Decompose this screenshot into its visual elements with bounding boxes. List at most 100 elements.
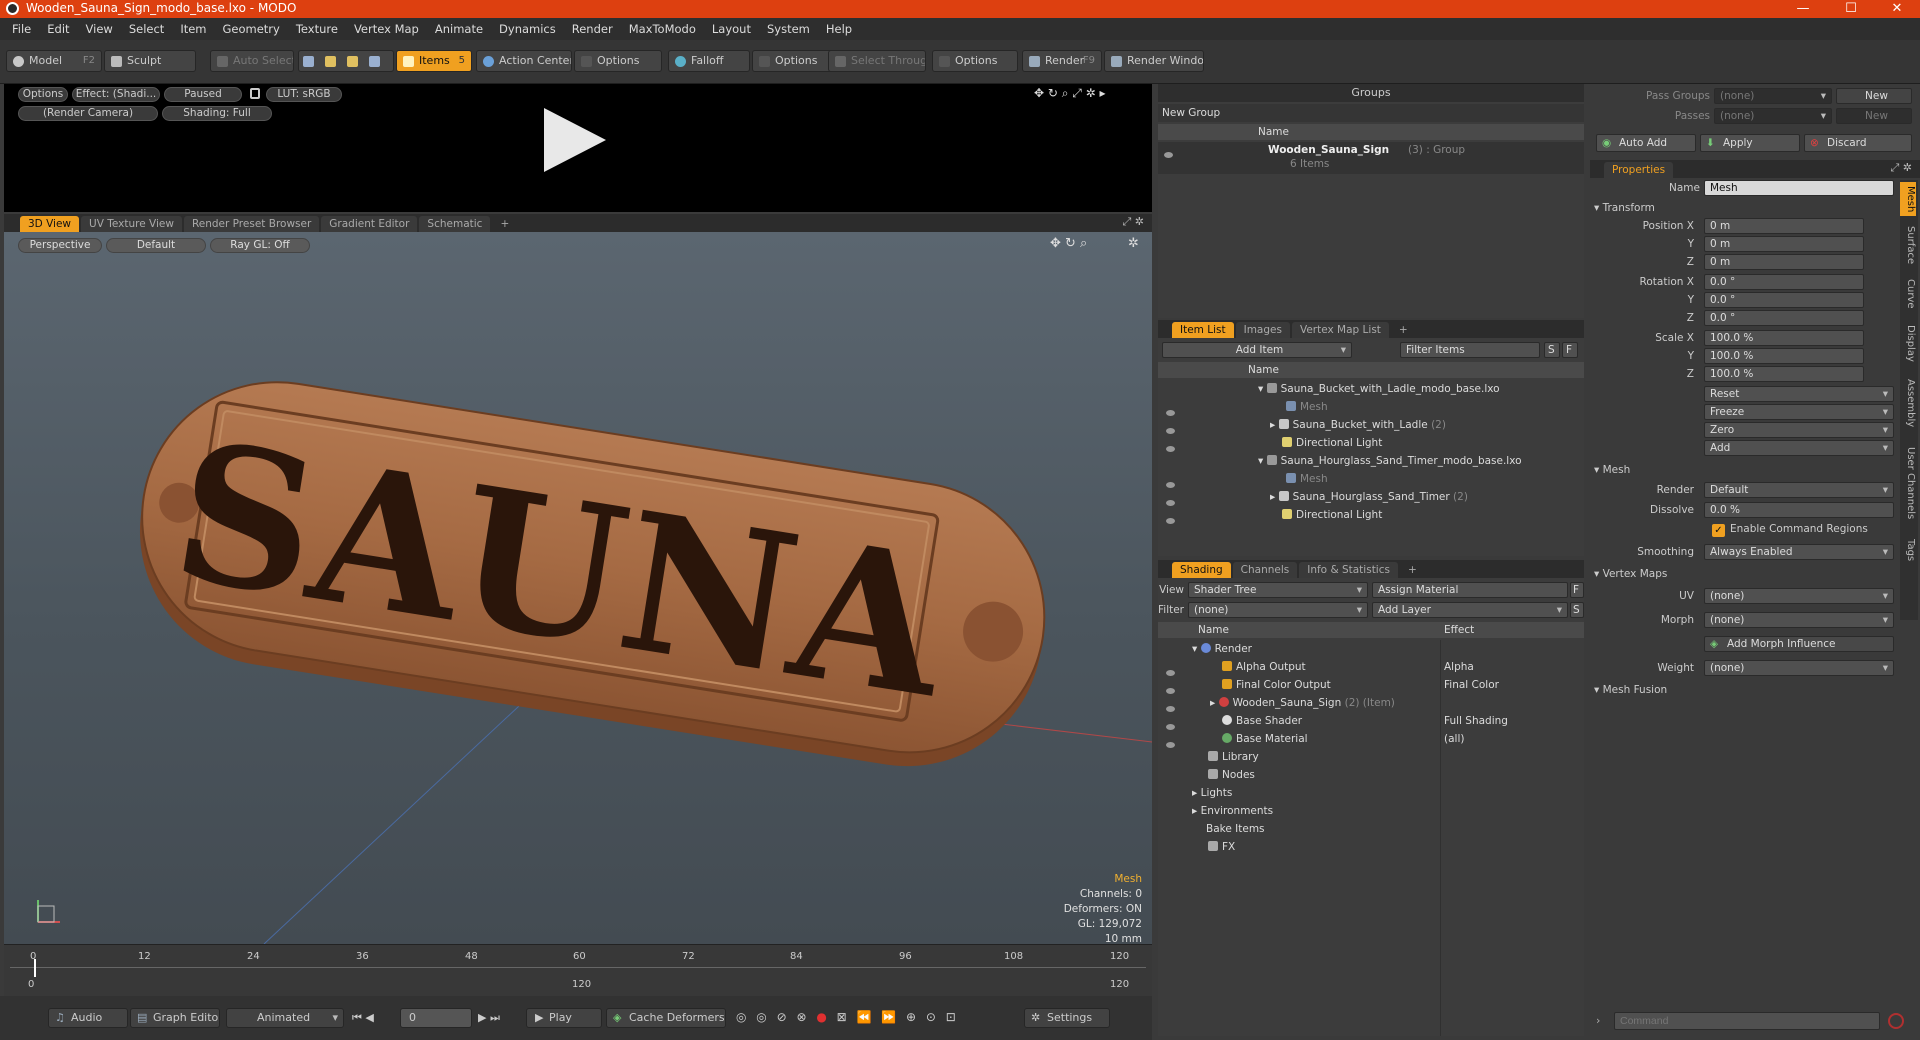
items-mode-button[interactable]: Items 5 [396,50,472,72]
vertex-maps-section[interactable]: ▾ Vertex Maps [1594,566,1667,582]
falloff-button[interactable]: Falloff [668,50,750,72]
shader-row-base-material[interactable]: Base Material (all) [1158,730,1572,748]
smoothing-dropdown[interactable]: Always Enabled [1704,544,1894,560]
audio-button[interactable]: ♫ Audio [48,1008,128,1028]
sculpt-button[interactable]: Sculpt [104,50,196,72]
filter-f-button[interactable]: F [1562,342,1578,358]
tab-properties[interactable]: Properties [1604,162,1674,178]
view-dropdown[interactable]: Shader Tree [1188,582,1368,598]
tab-channels[interactable]: Channels [1232,562,1298,578]
menu-select[interactable]: Select [121,18,172,40]
select-options-button[interactable]: Options [932,50,1018,72]
preview-paused-button[interactable]: Paused [164,87,242,102]
menu-view[interactable]: View [78,18,121,40]
mesh-fusion-section[interactable]: ▾ Mesh Fusion [1594,682,1667,698]
action-center-button[interactable]: Action Center [476,50,572,72]
properties-maximize-icon[interactable]: ⤢ ✲ [1890,161,1912,175]
filter-s-button[interactable]: S [1544,342,1560,358]
eye-icon[interactable] [1166,422,1175,434]
rotation-z-input[interactable]: 0.0 ° [1704,310,1864,326]
filter-dropdown[interactable]: (none) [1188,602,1368,618]
side-tab-mesh[interactable]: Mesh [1900,182,1916,216]
lock-icon[interactable] [250,88,260,99]
eye-icon[interactable] [1166,476,1175,488]
filter-items-input[interactable]: Filter Items [1400,342,1540,358]
morph-dropdown[interactable]: (none) [1704,612,1894,628]
shader-row-fx[interactable]: FX [1158,838,1572,856]
shader-row-bake-items[interactable]: Bake Items [1158,820,1572,838]
weight-dropdown[interactable]: (none) [1704,660,1894,676]
effect-value[interactable]: Full Shading [1444,712,1508,730]
eye-icon[interactable] [1166,494,1175,506]
expand-icon[interactable]: ▸ [1210,697,1219,709]
render-button[interactable]: Render F9 [1022,50,1102,72]
add-tab-button[interactable]: + [1400,562,1425,578]
apply-button[interactable]: ⬇ Apply [1700,134,1800,152]
shader-row-nodes[interactable]: Nodes [1158,766,1572,784]
eye-icon[interactable] [1164,146,1173,164]
minimize-button[interactable]: — [1780,0,1826,18]
side-tab-curve[interactable]: Curve [1900,274,1916,314]
add-tab-button[interactable]: + [1391,322,1416,338]
tab-info-statistics[interactable]: Info & Statistics [1299,562,1398,578]
menu-file[interactable]: File [4,18,39,40]
reset-dropdown[interactable]: Reset [1704,386,1894,402]
side-tab-assembly[interactable]: Assembly [1900,372,1916,434]
list-item[interactable]: Directional Light [1158,506,1572,524]
effect-value[interactable]: (all) [1444,730,1464,748]
menu-system[interactable]: System [759,18,818,40]
new-pass-button[interactable]: New [1836,108,1912,124]
key-tools-icons[interactable]: ◎ ◎ ⊘ ⊗ ● ⊠ ⏪ ⏩ ⊕ ⊙ ⊡ [736,1010,959,1024]
menu-help[interactable]: Help [818,18,860,40]
tab-images[interactable]: Images [1235,322,1290,338]
current-frame-field[interactable]: 0 [400,1008,472,1028]
effect-value[interactable]: Final Color [1444,676,1499,694]
time-cursor[interactable] [34,959,36,977]
command-input[interactable] [1614,1012,1880,1030]
settings-button[interactable]: ✲ Settings [1024,1008,1110,1028]
list-item[interactable]: ▾ Sauna_Hourglass_Sand_Timer_modo_base.l… [1158,452,1572,470]
tab-3d-view[interactable]: 3D View [20,216,80,232]
shader-row-final-color-output[interactable]: Final Color Output Final Color [1158,676,1572,694]
materials-mode-icon[interactable] [369,56,380,67]
preview-nav-icons[interactable]: ✥ ↻ ⌕ ⤢ ✲ ▸ [1034,86,1106,101]
new-pass-group-button[interactable]: New [1836,88,1912,104]
eye-icon[interactable] [1166,700,1175,712]
eye-icon[interactable] [1166,682,1175,694]
play-button[interactable]: ▶ Play [526,1008,602,1028]
tab-vertex-map-list[interactable]: Vertex Map List [1291,322,1389,338]
side-tab-display[interactable]: Display [1900,318,1916,368]
menu-dynamics[interactable]: Dynamics [491,18,564,40]
effect-value[interactable]: Alpha [1444,658,1474,676]
play-icon[interactable] [544,108,606,172]
zero-dropdown[interactable]: Zero [1704,422,1894,438]
expand-icon[interactable]: ▾ [1258,455,1267,467]
position-y-input[interactable]: 0 m [1704,236,1864,252]
render-dropdown[interactable]: Default [1704,482,1894,498]
menu-item[interactable]: Item [172,18,214,40]
position-z-input[interactable]: 0 m [1704,254,1864,270]
cache-deformers-button[interactable]: ◈ Cache Deformers [606,1008,726,1028]
shading-f-button[interactable]: F [1570,582,1584,598]
expand-icon[interactable]: ▸ [1192,805,1201,817]
menu-edit[interactable]: Edit [39,18,77,40]
expand-icon[interactable]: ▸ [1270,419,1279,431]
scale-y-input[interactable]: 100.0 % [1704,348,1864,364]
viewport-maximize-icon[interactable]: ⤢ ✲ [1122,215,1144,229]
add-tab-button[interactable]: + [492,216,517,232]
menu-animate[interactable]: Animate [427,18,491,40]
mesh-section[interactable]: ▾ Mesh [1594,462,1630,478]
menu-texture[interactable]: Texture [288,18,346,40]
dissolve-input[interactable]: 0.0 % [1704,502,1894,518]
shader-row-base-shader[interactable]: Base Shader Full Shading [1158,712,1572,730]
eye-icon[interactable] [1166,404,1175,416]
tab-gradient-editor[interactable]: Gradient Editor [321,216,418,232]
transport-forward-icons[interactable]: ▶ ⏭ [478,1011,500,1025]
tab-uv-texture-view[interactable]: UV Texture View [81,216,182,232]
pass-groups-dropdown[interactable]: (none) [1714,88,1832,104]
shader-row-render[interactable]: ▾ Render [1158,640,1572,658]
name-input[interactable]: Mesh [1704,180,1894,196]
animated-dropdown[interactable]: Animated [226,1008,344,1028]
shader-row-wooden-sauna-sign[interactable]: ▸ Wooden_Sauna_Sign (2) (Item) [1158,694,1572,712]
scale-z-input[interactable]: 100.0 % [1704,366,1864,382]
